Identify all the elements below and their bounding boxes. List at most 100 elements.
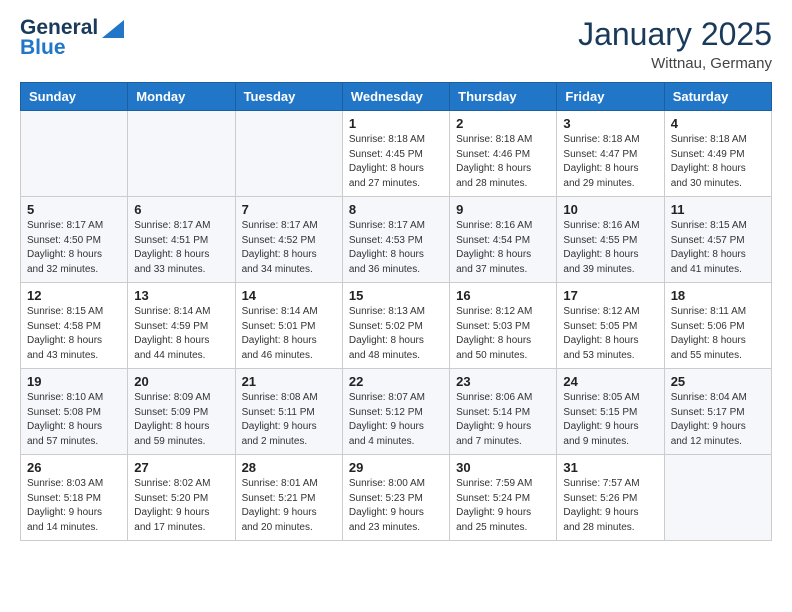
table-row: 14 Sunrise: 8:14 AM Sunset: 5:01 PM Dayli… — [235, 283, 342, 369]
day-info: Sunrise: 8:07 AM Sunset: 5:12 PM Dayligh… — [349, 391, 443, 449]
day-number: 15 — [349, 288, 443, 303]
day-info: Sunrise: 8:18 AM Sunset: 4:49 PM Dayligh… — [671, 133, 765, 191]
day-info: Sunrise: 8:12 AM Sunset: 5:05 PM Dayligh… — [563, 305, 657, 363]
table-row: 30 Sunrise: 7:59 AM Sunset: 5:24 PM Dayli… — [450, 455, 557, 541]
table-row: 23 Sunrise: 8:06 AM Sunset: 5:14 PM Dayli… — [450, 369, 557, 455]
day-info: Sunrise: 7:57 AM Sunset: 5:26 PM Dayligh… — [563, 477, 657, 535]
day-info: Sunrise: 8:16 AM Sunset: 4:55 PM Dayligh… — [563, 219, 657, 277]
day-number: 27 — [134, 460, 228, 475]
table-row: 5 Sunrise: 8:17 AM Sunset: 4:50 PM Daylig… — [21, 197, 128, 283]
day-info: Sunrise: 8:08 AM Sunset: 5:11 PM Dayligh… — [242, 391, 336, 449]
table-row — [664, 455, 771, 541]
logo-icon — [102, 20, 124, 38]
table-row: 10 Sunrise: 8:16 AM Sunset: 4:55 PM Dayli… — [557, 197, 664, 283]
day-info: Sunrise: 8:14 AM Sunset: 4:59 PM Dayligh… — [134, 305, 228, 363]
day-info: Sunrise: 8:17 AM Sunset: 4:50 PM Dayligh… — [27, 219, 121, 277]
table-row: 25 Sunrise: 8:04 AM Sunset: 5:17 PM Dayli… — [664, 369, 771, 455]
day-number: 29 — [349, 460, 443, 475]
table-row: 20Sunrise: 8:09 AM Sunset: 5:09 PM Dayli… — [128, 369, 235, 455]
day-number: 13 — [134, 288, 228, 303]
day-info: Sunrise: 8:16 AM Sunset: 4:54 PM Dayligh… — [456, 219, 550, 277]
day-info: Sunrise: 8:03 AM Sunset: 5:18 PM Dayligh… — [27, 477, 121, 535]
day-number: 25 — [671, 374, 765, 389]
table-row: 11Sunrise: 8:15 AM Sunset: 4:57 PM Dayli… — [664, 197, 771, 283]
calendar-week-row: 26Sunrise: 8:03 AM Sunset: 5:18 PM Dayli… — [21, 455, 772, 541]
table-row: 31 Sunrise: 7:57 AM Sunset: 5:26 PM Dayli… — [557, 455, 664, 541]
logo-blue: Blue — [20, 36, 66, 59]
day-info: Sunrise: 8:13 AM Sunset: 5:02 PM Dayligh… — [349, 305, 443, 363]
table-row: 3Sunrise: 8:18 AM Sunset: 4:47 PM Daylig… — [557, 111, 664, 197]
table-row: 7 Sunrise: 8:17 AM Sunset: 4:52 PM Daylig… — [235, 197, 342, 283]
table-row: 28Sunrise: 8:01 AM Sunset: 5:21 PM Dayli… — [235, 455, 342, 541]
day-number: 5 — [27, 202, 121, 217]
day-info: Sunrise: 8:18 AM Sunset: 4:46 PM Dayligh… — [456, 133, 550, 191]
day-info: Sunrise: 8:17 AM Sunset: 4:53 PM Dayligh… — [349, 219, 443, 277]
table-row: 12 Sunrise: 8:15 AM Sunset: 4:58 PM Dayli… — [21, 283, 128, 369]
header-sunday: Sunday — [21, 83, 128, 111]
table-row: 1 Sunrise: 8:18 AM Sunset: 4:45 PM Daylig… — [342, 111, 449, 197]
day-number: 4 — [671, 116, 765, 131]
day-number: 9 — [456, 202, 550, 217]
header: General Blue January 2025 Wittnau, Germa… — [20, 16, 772, 72]
day-number: 8 — [349, 202, 443, 217]
table-row — [235, 111, 342, 197]
table-row: 21Sunrise: 8:08 AM Sunset: 5:11 PM Dayli… — [235, 369, 342, 455]
day-info: Sunrise: 8:00 AM Sunset: 5:23 PM Dayligh… — [349, 477, 443, 535]
day-info: Sunrise: 7:59 AM Sunset: 5:24 PM Dayligh… — [456, 477, 550, 535]
day-info: Sunrise: 8:12 AM Sunset: 5:03 PM Dayligh… — [456, 305, 550, 363]
header-friday: Friday — [557, 83, 664, 111]
day-info: Sunrise: 8:17 AM Sunset: 4:52 PM Dayligh… — [242, 219, 336, 277]
day-number: 16 — [456, 288, 550, 303]
table-row: 15 Sunrise: 8:13 AM Sunset: 5:02 PM Dayli… — [342, 283, 449, 369]
calendar-week-row: 1 Sunrise: 8:18 AM Sunset: 4:45 PM Daylig… — [21, 111, 772, 197]
day-number: 6 — [134, 202, 228, 217]
day-number: 7 — [242, 202, 336, 217]
calendar-week-row: 19 Sunrise: 8:10 AM Sunset: 5:08 PM Dayli… — [21, 369, 772, 455]
calendar-header-row: Sunday Monday Tuesday Wednesday Thursday… — [21, 83, 772, 111]
day-info: Sunrise: 8:09 AM Sunset: 5:09 PM Dayligh… — [134, 391, 228, 449]
day-number: 2 — [456, 116, 550, 131]
day-info: Sunrise: 8:18 AM Sunset: 4:45 PM Dayligh… — [349, 133, 443, 191]
calendar-week-row: 5 Sunrise: 8:17 AM Sunset: 4:50 PM Daylig… — [21, 197, 772, 283]
table-row: 9 Sunrise: 8:16 AM Sunset: 4:54 PM Daylig… — [450, 197, 557, 283]
day-info: Sunrise: 8:15 AM Sunset: 4:58 PM Dayligh… — [27, 305, 121, 363]
day-number: 14 — [242, 288, 336, 303]
day-info: Sunrise: 8:02 AM Sunset: 5:20 PM Dayligh… — [134, 477, 228, 535]
table-row: 19 Sunrise: 8:10 AM Sunset: 5:08 PM Dayli… — [21, 369, 128, 455]
day-info: Sunrise: 8:04 AM Sunset: 5:17 PM Dayligh… — [671, 391, 765, 449]
day-info: Sunrise: 8:06 AM Sunset: 5:14 PM Dayligh… — [456, 391, 550, 449]
table-row: 8 Sunrise: 8:17 AM Sunset: 4:53 PM Daylig… — [342, 197, 449, 283]
page: General Blue January 2025 Wittnau, Germa… — [0, 0, 792, 612]
table-row: 26Sunrise: 8:03 AM Sunset: 5:18 PM Dayli… — [21, 455, 128, 541]
day-number: 17 — [563, 288, 657, 303]
table-row: 24 Sunrise: 8:05 AM Sunset: 5:15 PM Dayli… — [557, 369, 664, 455]
day-number: 19 — [27, 374, 121, 389]
title-block: January 2025 Wittnau, Germany — [578, 16, 772, 72]
day-number: 1 — [349, 116, 443, 131]
header-tuesday: Tuesday — [235, 83, 342, 111]
day-number: 22 — [349, 374, 443, 389]
day-number: 31 — [563, 460, 657, 475]
day-info: Sunrise: 8:05 AM Sunset: 5:15 PM Dayligh… — [563, 391, 657, 449]
day-number: 30 — [456, 460, 550, 475]
day-number: 10 — [563, 202, 657, 217]
calendar-week-row: 12 Sunrise: 8:15 AM Sunset: 4:58 PM Dayli… — [21, 283, 772, 369]
day-info: Sunrise: 8:10 AM Sunset: 5:08 PM Dayligh… — [27, 391, 121, 449]
table-row: 29 Sunrise: 8:00 AM Sunset: 5:23 PM Dayli… — [342, 455, 449, 541]
table-row: 16 Sunrise: 8:12 AM Sunset: 5:03 PM Dayli… — [450, 283, 557, 369]
day-number: 23 — [456, 374, 550, 389]
day-number: 24 — [563, 374, 657, 389]
header-saturday: Saturday — [664, 83, 771, 111]
header-thursday: Thursday — [450, 83, 557, 111]
day-info: Sunrise: 8:14 AM Sunset: 5:01 PM Dayligh… — [242, 305, 336, 363]
table-row: 4 Sunrise: 8:18 AM Sunset: 4:49 PM Daylig… — [664, 111, 771, 197]
calendar: Sunday Monday Tuesday Wednesday Thursday… — [20, 82, 772, 541]
table-row: 6Sunrise: 8:17 AM Sunset: 4:51 PM Daylig… — [128, 197, 235, 283]
table-row: 27 Sunrise: 8:02 AM Sunset: 5:20 PM Dayli… — [128, 455, 235, 541]
day-info: Sunrise: 8:15 AM Sunset: 4:57 PM Dayligh… — [671, 219, 765, 277]
header-monday: Monday — [128, 83, 235, 111]
day-info: Sunrise: 8:01 AM Sunset: 5:21 PM Dayligh… — [242, 477, 336, 535]
day-number: 12 — [27, 288, 121, 303]
table-row: 17 Sunrise: 8:12 AM Sunset: 5:05 PM Dayli… — [557, 283, 664, 369]
logo: General Blue — [20, 16, 124, 59]
